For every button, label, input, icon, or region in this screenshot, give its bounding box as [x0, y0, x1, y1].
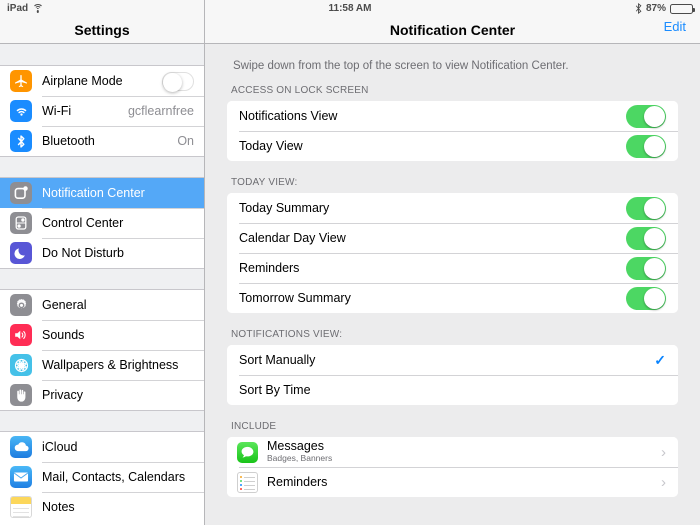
today-view-toggle[interactable] — [626, 134, 666, 158]
sidebar-item-label: General — [42, 298, 87, 312]
settings-sidebar: Settings Airplane Mode Wi-Fi gcflearnfre… — [0, 0, 205, 525]
sidebar-item-label: Privacy — [42, 388, 83, 402]
row-calendar-day-view[interactable]: Calendar Day View — [227, 223, 678, 253]
sidebar-item-mail-contacts-calendars[interactable]: Mail, Contacts, Calendars — [0, 462, 204, 492]
row-tomorrow-summary[interactable]: Tomorrow Summary — [227, 283, 678, 313]
sidebar-item-label: Sounds — [42, 328, 85, 342]
hand-icon — [10, 384, 32, 406]
sidebar-item-privacy[interactable]: Privacy — [0, 380, 204, 410]
sidebar-item-icloud[interactable]: iCloud — [0, 432, 204, 462]
app-name-label: Messages — [267, 439, 324, 453]
row-today-summary[interactable]: Today Summary — [227, 193, 678, 223]
chevron-right-icon: › — [661, 473, 666, 491]
ipad-settings-screen: iPad 11:58 AM 87% Settings Airplane Mode… — [0, 0, 700, 525]
include-card: Messages Badges, Banners › Reminders › — [227, 437, 678, 497]
calendar-day-view-toggle[interactable] — [626, 226, 666, 250]
section-header-notifications-view: NOTIFICATIONS VIEW: — [231, 329, 343, 340]
row-label: Today View — [239, 139, 303, 153]
sidebar-item-do-not-disturb[interactable]: Do Not Disturb — [0, 238, 204, 268]
sidebar-list[interactable]: Airplane Mode Wi-Fi gcflearnfree Bluetoo… — [0, 44, 204, 524]
today-summary-toggle[interactable] — [626, 196, 666, 220]
speaker-icon — [10, 324, 32, 346]
chevron-right-icon: › — [661, 443, 666, 461]
sidebar-item-wallpapers-brightness[interactable]: Wallpapers & Brightness — [0, 350, 204, 380]
sidebar-item-label: Wallpapers & Brightness — [42, 358, 179, 372]
messages-icon — [237, 441, 258, 463]
sidebar-item-label: Airplane Mode — [42, 74, 123, 88]
section-header-today-view: TODAY VIEW: — [231, 177, 298, 188]
row-label: Tomorrow Summary — [239, 291, 351, 305]
bluetooth-state-value: On — [177, 134, 194, 148]
sidebar-item-label: Wi-Fi — [42, 104, 72, 118]
bluetooth-icon — [10, 130, 32, 152]
row-app-messages[interactable]: Messages Badges, Banners › — [227, 437, 678, 467]
flower-icon — [10, 354, 32, 376]
access-on-lock-screen-card: Notifications View Today View — [227, 101, 678, 161]
cloud-icon — [10, 436, 32, 458]
row-reminders[interactable]: Reminders — [227, 253, 678, 283]
sidebar-item-wifi[interactable]: Wi-Fi gcflearnfree — [0, 96, 204, 126]
sidebar-item-label: Control Center — [42, 216, 124, 230]
sidebar-title: Settings — [74, 22, 130, 38]
airplane-mode-toggle[interactable] — [162, 71, 194, 92]
main-header: Notification Center Edit — [205, 0, 700, 44]
edit-button[interactable]: Edit — [664, 19, 686, 34]
sidebar-item-label: Bluetooth — [42, 134, 95, 148]
sidebar-item-airplane-mode[interactable]: Airplane Mode — [0, 66, 204, 96]
airplane-icon — [10, 70, 32, 92]
sidebar-item-label: Notification Center — [42, 186, 145, 200]
page-title: Notification Center — [389, 22, 516, 38]
sidebar-item-label: Notes — [42, 500, 75, 514]
intro-text: Swipe down from the top of the screen to… — [233, 60, 569, 72]
row-app-reminders[interactable]: Reminders › — [227, 467, 678, 497]
notifications-view-card: Sort Manually ✓ Sort By Time — [227, 345, 678, 405]
main-scroll-area[interactable]: Swipe down from the top of the screen to… — [205, 44, 700, 525]
sidebar-group-gap — [0, 44, 204, 66]
sidebar-header: Settings — [0, 0, 204, 44]
control-center-icon — [10, 212, 32, 234]
notes-icon — [10, 496, 32, 518]
row-label: Sort By Time — [239, 383, 311, 397]
app-subtitle-label: Badges, Banners — [267, 453, 333, 463]
sidebar-group-gap — [0, 268, 204, 290]
reminders-toggle[interactable] — [626, 256, 666, 280]
app-text-group: Messages Badges, Banners — [267, 440, 332, 464]
row-sort-manually[interactable]: Sort Manually ✓ — [227, 345, 678, 375]
today-view-card: Today Summary Calendar Day View Reminder… — [227, 193, 678, 313]
section-header-include: INCLUDE — [231, 421, 277, 432]
sidebar-item-label: Mail, Contacts, Calendars — [42, 470, 186, 484]
tomorrow-summary-toggle[interactable] — [626, 286, 666, 310]
reminders-icon — [237, 471, 258, 493]
envelope-icon — [10, 466, 32, 488]
row-notifications-view[interactable]: Notifications View — [227, 101, 678, 131]
sidebar-item-bluetooth[interactable]: Bluetooth On — [0, 126, 204, 156]
sidebar-group-gap — [0, 410, 204, 432]
sidebar-item-label: Do Not Disturb — [42, 246, 124, 260]
row-label: Notifications View — [239, 109, 338, 123]
notification-center-panel: Notification Center Edit Swipe down from… — [205, 0, 700, 525]
sidebar-group-gap — [0, 156, 204, 178]
app-text-group: Reminders — [267, 474, 328, 489]
row-label: Sort Manually — [239, 353, 316, 367]
row-label: Calendar Day View — [239, 231, 346, 245]
row-label: Reminders — [239, 261, 300, 275]
sidebar-item-notification-center[interactable]: Notification Center — [0, 178, 204, 208]
gear-icon — [10, 294, 32, 316]
row-today-view[interactable]: Today View — [227, 131, 678, 161]
sidebar-item-sounds[interactable]: Sounds — [0, 320, 204, 350]
app-name-label: Reminders — [267, 474, 328, 489]
sidebar-item-label: iCloud — [42, 440, 78, 454]
wifi-network-value: gcflearnfree — [127, 104, 194, 118]
sidebar-item-notes[interactable]: Notes — [0, 492, 204, 522]
checkmark-icon: ✓ — [654, 351, 666, 368]
sidebar-item-general[interactable]: General — [0, 290, 204, 320]
wifi-icon — [10, 100, 32, 122]
moon-icon — [10, 242, 32, 264]
notification-center-icon — [10, 182, 32, 204]
row-label: Today Summary — [239, 201, 330, 215]
notifications-view-toggle[interactable] — [626, 104, 666, 128]
row-sort-by-time[interactable]: Sort By Time — [227, 375, 678, 405]
section-header-access-on-lock-screen: ACCESS ON LOCK SCREEN — [231, 85, 369, 96]
sidebar-item-control-center[interactable]: Control Center — [0, 208, 204, 238]
